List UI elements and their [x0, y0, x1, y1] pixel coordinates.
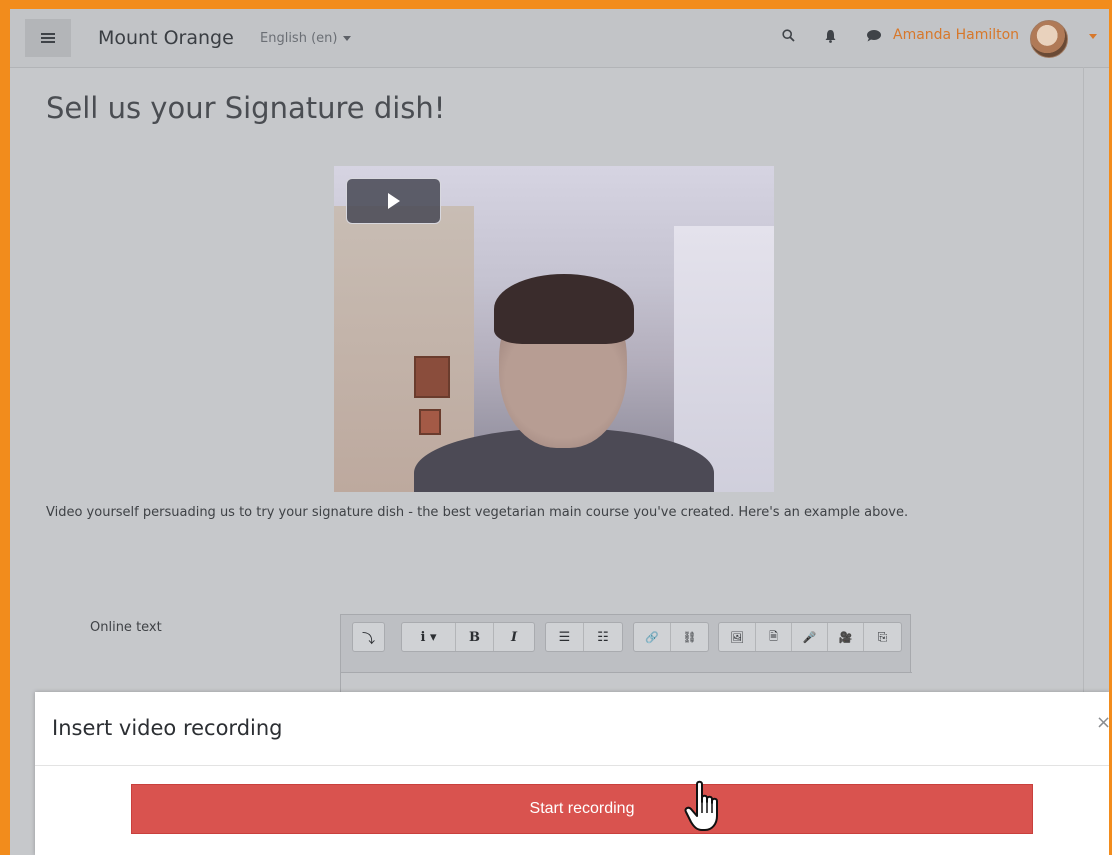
link-button[interactable]: 🔗	[634, 623, 671, 651]
search-icon[interactable]	[782, 29, 795, 42]
ordered-list-button[interactable]: ☷	[584, 623, 622, 651]
toolbar-group-collapse: ⤵	[352, 622, 385, 652]
record-video-button[interactable]: 🎥	[828, 623, 864, 651]
online-text-label: Online text	[90, 620, 162, 635]
language-selector[interactable]: English (en)	[260, 31, 352, 46]
browser-frame: Mount Orange English (en) Amanda Hamilto…	[10, 9, 1109, 855]
image-button[interactable]: 🖼	[719, 623, 756, 651]
play-button[interactable]	[346, 178, 441, 224]
toolbar-group-style: i ▾ B I	[401, 622, 535, 652]
bell-icon[interactable]	[824, 29, 837, 43]
user-name-link[interactable]: Amanda Hamilton	[893, 27, 1019, 43]
avatar[interactable]	[1030, 20, 1068, 58]
video-background	[414, 356, 450, 398]
paragraph-style-button[interactable]: i ▾	[402, 623, 456, 651]
assignment-description: Video yourself persuading us to try your…	[46, 505, 909, 520]
unordered-list-button[interactable]: ☰	[546, 623, 584, 651]
close-icon[interactable]: ×	[1096, 712, 1109, 733]
toolbar-group-links: 🔗 ⛓	[633, 622, 709, 652]
page-title: Sell us your Signature dish!	[46, 91, 446, 125]
dialog-divider	[35, 765, 1109, 766]
video-player[interactable]	[334, 166, 774, 492]
record-audio-button[interactable]: 🎤	[792, 623, 828, 651]
menu-icon	[41, 33, 55, 43]
top-navbar: Mount Orange English (en) Amanda Hamilto…	[10, 9, 1109, 68]
unlink-button[interactable]: ⛓	[671, 623, 708, 651]
media-button[interactable]: 🗎	[756, 623, 792, 651]
play-icon	[387, 193, 400, 209]
start-recording-button[interactable]: Start recording	[131, 784, 1033, 834]
insert-video-dialog: Insert video recording × Start recording	[35, 692, 1109, 855]
chevron-down-icon	[343, 36, 352, 41]
toolbar-group-lists: ☰ ☷	[545, 622, 623, 652]
italic-button[interactable]: I	[494, 623, 534, 651]
language-label: English (en)	[260, 31, 338, 46]
chevron-down-icon[interactable]	[1089, 34, 1097, 39]
manage-files-button[interactable]: ⎘	[864, 623, 901, 651]
chat-icon[interactable]	[866, 29, 882, 42]
toolbar-group-media: 🖼 🗎 🎤 🎥 ⎘	[718, 622, 902, 652]
site-brand[interactable]: Mount Orange	[98, 27, 234, 49]
bold-button[interactable]: B	[456, 623, 494, 651]
hand-cursor-icon	[684, 780, 718, 831]
dialog-title: Insert video recording	[52, 716, 283, 740]
video-background	[419, 409, 441, 435]
video-subject	[494, 274, 634, 344]
toolbar-toggle-button[interactable]: ⤵	[353, 623, 384, 651]
menu-button[interactable]	[25, 19, 71, 57]
